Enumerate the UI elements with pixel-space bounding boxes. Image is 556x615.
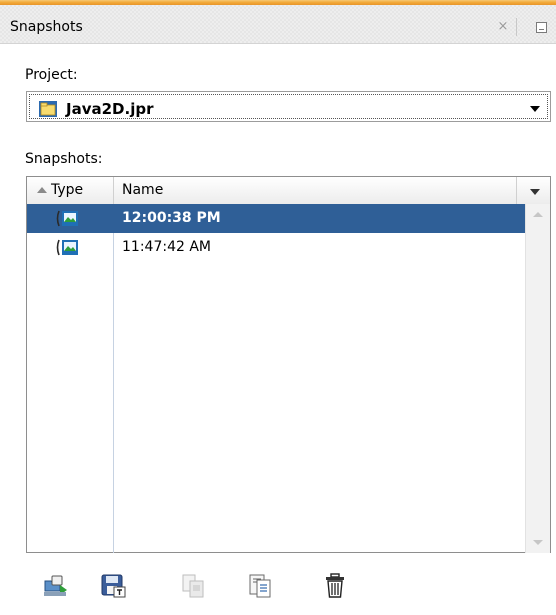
column-header-type-label: Type bbox=[51, 182, 84, 198]
table-body: 12:00:38 PM 11:47:42 AM bbox=[27, 204, 525, 262]
table-row[interactable]: 11:47:42 AM bbox=[27, 233, 525, 262]
close-icon[interactable]: × bbox=[496, 20, 510, 34]
row-type-cell bbox=[27, 233, 113, 262]
chevron-down-icon[interactable] bbox=[530, 106, 540, 112]
snapshot-icon bbox=[55, 238, 81, 257]
row-name: 12:00:38 PM bbox=[122, 210, 221, 226]
row-name: 11:47:42 AM bbox=[122, 239, 211, 255]
column-header-name-label: Name bbox=[122, 182, 164, 198]
table-header: Type Name bbox=[27, 177, 550, 205]
project-combo[interactable]: Java2D.jpr bbox=[26, 91, 551, 122]
open-snapshot-icon[interactable] bbox=[40, 571, 70, 601]
snapshots-label: Snapshots: bbox=[25, 151, 103, 167]
row-type-cell bbox=[27, 204, 113, 233]
header-separator bbox=[516, 18, 517, 36]
snapshots-table: Type Name 12:00:38 PM 11:47:42 AM bbox=[26, 176, 551, 553]
compare-snapshots-icon[interactable] bbox=[178, 571, 208, 601]
panel-title: Snapshots bbox=[10, 19, 83, 35]
project-folder-icon bbox=[38, 100, 58, 118]
project-label: Project: bbox=[25, 67, 78, 83]
snapshot-icon bbox=[55, 209, 81, 228]
chevron-down-icon bbox=[530, 189, 540, 195]
column-header-type[interactable]: Type bbox=[27, 177, 114, 204]
minimize-icon[interactable] bbox=[536, 22, 547, 33]
sort-ascending-icon bbox=[37, 187, 47, 193]
panel-header: Snapshots × bbox=[0, 5, 556, 44]
delete-snapshot-icon[interactable] bbox=[320, 571, 350, 601]
column-header-name[interactable]: Name bbox=[114, 177, 517, 204]
scroll-up-icon[interactable] bbox=[533, 212, 543, 217]
project-combo-value: Java2D.jpr bbox=[66, 100, 154, 118]
vertical-scrollbar[interactable] bbox=[525, 204, 550, 553]
table-row[interactable]: 12:00:38 PM bbox=[27, 204, 525, 233]
column-menu-button[interactable] bbox=[517, 177, 550, 204]
scroll-down-icon[interactable] bbox=[533, 540, 543, 545]
snapshot-details-icon[interactable] bbox=[245, 571, 275, 601]
project-combo-focus: Java2D.jpr bbox=[29, 94, 548, 119]
save-snapshot-icon[interactable] bbox=[98, 571, 128, 601]
